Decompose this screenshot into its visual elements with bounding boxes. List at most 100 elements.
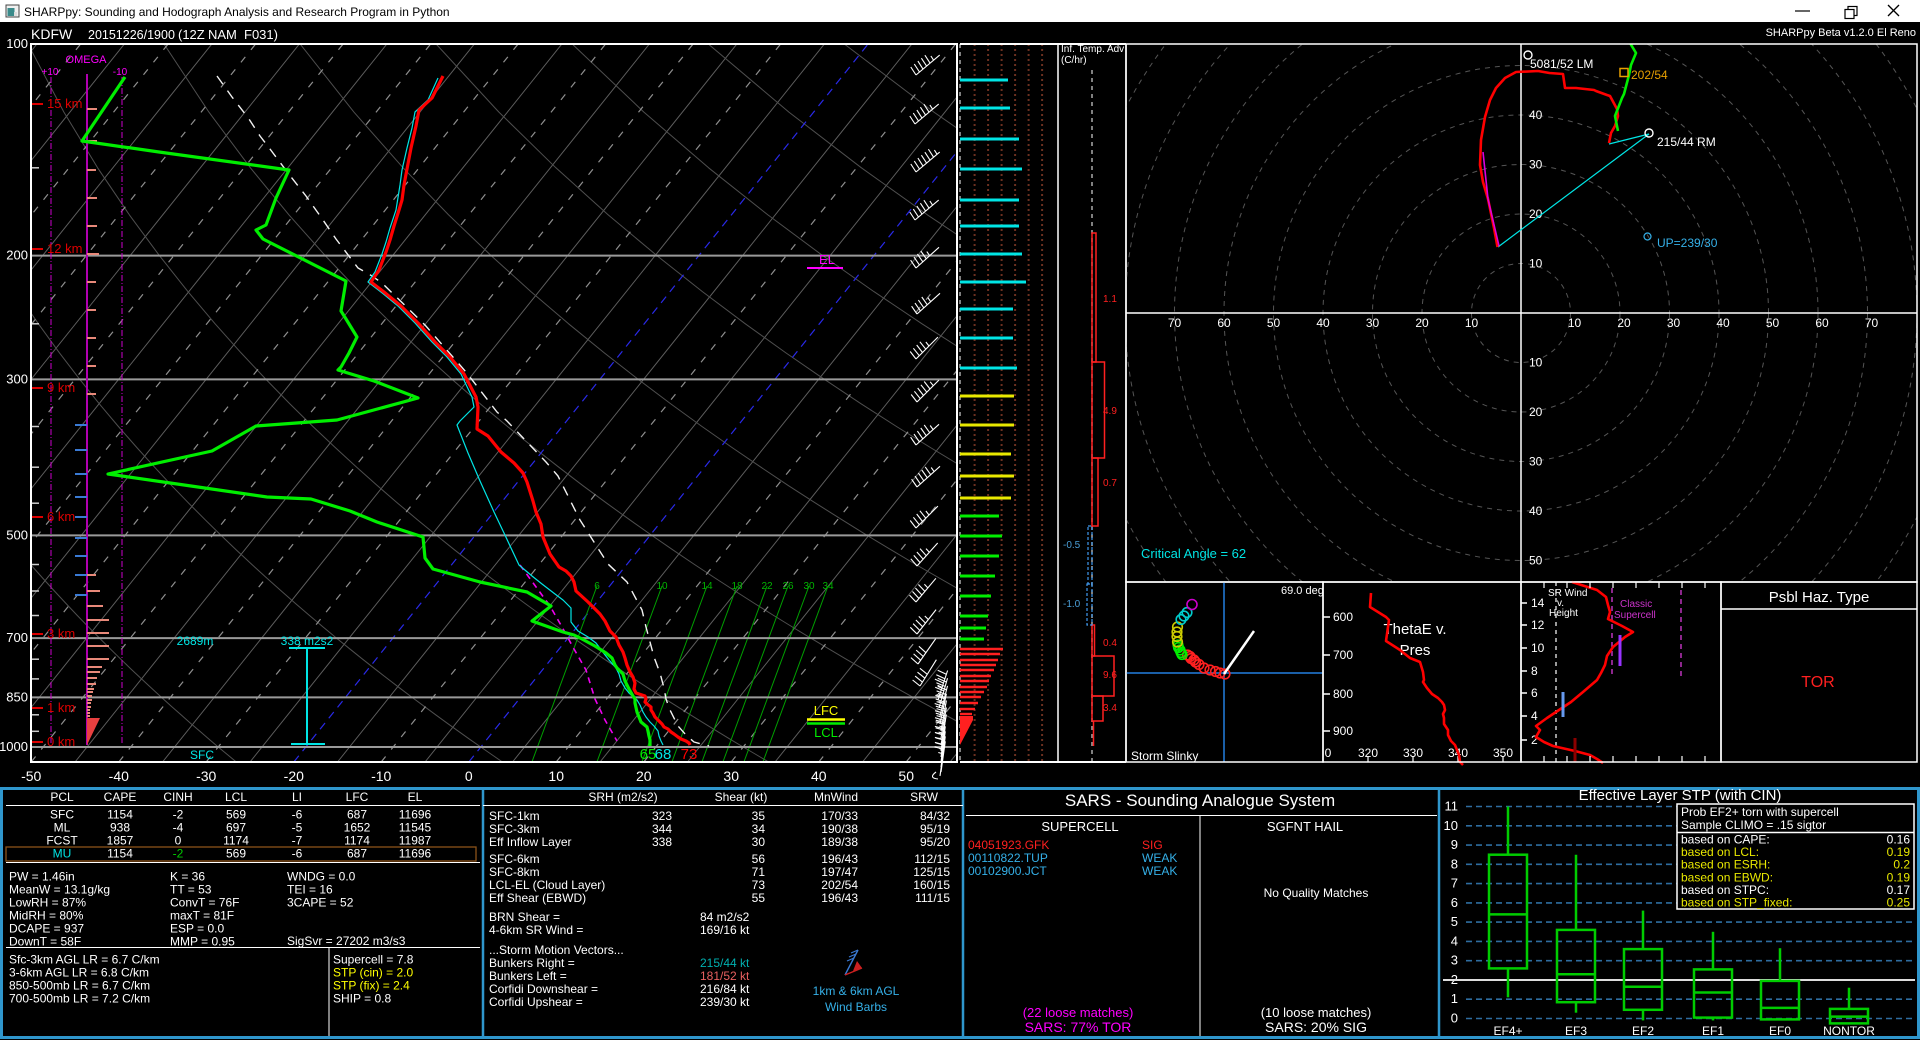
- svg-text:687: 687: [347, 808, 367, 822]
- svg-text:6: 6: [594, 581, 600, 592]
- svg-text:30: 30: [1667, 316, 1681, 330]
- svg-text:4: 4: [1451, 933, 1458, 948]
- svg-text:WNDG = 0.0: WNDG = 0.0: [287, 870, 356, 884]
- svg-text:SHARPpy: Sounding and Hodograp: SHARPpy: Sounding and Hodograph Analysis…: [24, 5, 450, 19]
- svg-text:...Storm Motion Vectors...: ...Storm Motion Vectors...: [489, 943, 624, 957]
- svg-text:9 km: 9 km: [47, 380, 75, 395]
- svg-text:ThetaE v.: ThetaE v.: [1383, 621, 1446, 638]
- svg-text:100: 100: [6, 36, 28, 51]
- svg-text:112/15: 112/15: [914, 852, 950, 866]
- svg-text:CINH: CINH: [163, 790, 192, 804]
- svg-text:UP=239/30: UP=239/30: [1657, 236, 1718, 250]
- svg-text:SRH (m2/s2): SRH (m2/s2): [588, 790, 657, 804]
- svg-text:300: 300: [6, 371, 28, 386]
- svg-text:10: 10: [1529, 356, 1543, 370]
- svg-text:-30: -30: [196, 768, 216, 784]
- svg-text:ESP = 0.0: ESP = 0.0: [170, 922, 224, 936]
- svg-text:1 km: 1 km: [47, 700, 75, 715]
- svg-text:EF0: EF0: [1769, 1024, 1791, 1038]
- svg-text:00102900.JCT: 00102900.JCT: [968, 864, 1047, 878]
- svg-text:6: 6: [1451, 895, 1458, 910]
- svg-text:SR Wind: SR Wind: [1548, 588, 1587, 599]
- svg-text:LCL-EL (Cloud Layer): LCL-EL (Cloud Layer): [489, 878, 605, 892]
- svg-text:0.4: 0.4: [1103, 638, 1117, 649]
- svg-text:ConvT = 76F: ConvT = 76F: [170, 896, 239, 910]
- svg-text:12: 12: [1531, 618, 1545, 632]
- svg-text:11: 11: [1445, 799, 1459, 814]
- svg-text:34: 34: [752, 822, 766, 836]
- svg-text:3.4: 3.4: [1103, 703, 1117, 714]
- svg-text:60: 60: [1815, 316, 1829, 330]
- svg-text:Sfc-3km AGL LR = 6.7 C/km: Sfc-3km AGL LR = 6.7 C/km: [9, 953, 160, 967]
- svg-text:SFC-1km: SFC-1km: [489, 809, 540, 823]
- svg-text:Supercell: Supercell: [1614, 610, 1656, 621]
- svg-text:10: 10: [1529, 257, 1543, 271]
- svg-text:K = 36: K = 36: [170, 870, 205, 884]
- svg-text:11987: 11987: [399, 834, 432, 848]
- svg-text:850-500mb LR = 6.7 C/km: 850-500mb LR = 6.7 C/km: [9, 979, 150, 993]
- svg-text:14: 14: [701, 581, 713, 592]
- svg-text:Eff Shear (EBWD): Eff Shear (EBWD): [489, 891, 586, 905]
- svg-text:MnWind: MnWind: [814, 790, 858, 804]
- svg-text:40: 40: [811, 768, 827, 784]
- svg-text:LCL: LCL: [225, 790, 247, 804]
- svg-text:8: 8: [1451, 856, 1458, 871]
- svg-text:4.9: 4.9: [1103, 406, 1117, 417]
- svg-text:LFC: LFC: [814, 703, 839, 718]
- svg-text:600: 600: [1333, 610, 1353, 624]
- svg-text:NAM: NAM: [208, 27, 237, 42]
- svg-text:1174: 1174: [344, 834, 370, 848]
- svg-text:CAPE: CAPE: [104, 790, 137, 804]
- svg-text:15 km: 15 km: [47, 96, 82, 111]
- svg-text:11696: 11696: [399, 847, 432, 861]
- svg-text:1154: 1154: [107, 808, 133, 822]
- svg-text:SigSvr = 27202 m3/s3: SigSvr = 27202 m3/s3: [287, 934, 406, 948]
- svg-text:EL: EL: [819, 252, 835, 267]
- svg-text:-2: -2: [173, 808, 184, 822]
- svg-text:3: 3: [1451, 953, 1458, 968]
- svg-text:5: 5: [1451, 914, 1458, 929]
- svg-text:1km & 6km AGL: 1km & 6km AGL: [813, 984, 900, 998]
- svg-text:Storm Slinky: Storm Slinky: [1131, 749, 1198, 763]
- svg-text:50: 50: [1267, 316, 1281, 330]
- svg-text:68: 68: [655, 746, 672, 763]
- svg-text:4: 4: [1531, 709, 1538, 723]
- svg-text:239/30 kt: 239/30 kt: [700, 995, 750, 1009]
- svg-text:170/33: 170/33: [821, 809, 858, 823]
- svg-text:LowRH = 87%: LowRH = 87%: [9, 896, 86, 910]
- svg-text:95/19: 95/19: [920, 822, 950, 836]
- svg-text:TOR: TOR: [1801, 674, 1834, 691]
- svg-text:111/15: 111/15: [915, 891, 950, 905]
- svg-text:197/47: 197/47: [821, 865, 858, 879]
- svg-text:20: 20: [1415, 316, 1429, 330]
- svg-text:190/38: 190/38: [821, 822, 858, 836]
- svg-text:202/54: 202/54: [821, 878, 858, 892]
- svg-text:TEI = 16: TEI = 16: [287, 883, 333, 897]
- svg-text:20: 20: [1617, 316, 1631, 330]
- svg-text:34: 34: [822, 581, 834, 592]
- svg-text:56: 56: [752, 852, 766, 866]
- svg-text:84 m2/s2: 84 m2/s2: [700, 910, 750, 924]
- svg-text:00110822.TUP: 00110822.TUP: [968, 851, 1048, 865]
- svg-text:73: 73: [681, 746, 698, 763]
- svg-text:20151226/1900: 20151226/1900: [88, 28, 175, 42]
- svg-text:69.0 deg: 69.0 deg: [1281, 585, 1324, 597]
- svg-text:Shear (kt): Shear (kt): [715, 790, 768, 804]
- svg-text:SFC-8km: SFC-8km: [489, 865, 540, 879]
- svg-text:55: 55: [752, 891, 766, 905]
- svg-text:WEAK: WEAK: [1142, 864, 1177, 878]
- svg-text:EF2: EF2: [1632, 1024, 1654, 1038]
- svg-text:-10: -10: [113, 67, 128, 78]
- svg-text:70: 70: [1865, 316, 1879, 330]
- svg-text:SARS: 20% SIG: SARS: 20% SIG: [1265, 1019, 1367, 1035]
- svg-text:30: 30: [752, 835, 766, 849]
- svg-text:73: 73: [752, 878, 766, 892]
- svg-text:3-6km AGL LR = 6.8 C/km: 3-6km AGL LR = 6.8 C/km: [9, 966, 149, 980]
- svg-text:569: 569: [226, 847, 246, 861]
- svg-text:EF4+: EF4+: [1493, 1024, 1522, 1038]
- svg-text:Classic: Classic: [1620, 599, 1652, 610]
- svg-text:(22 loose matches): (22 loose matches): [1023, 1005, 1134, 1020]
- svg-text:3CAPE = 52: 3CAPE = 52: [287, 896, 354, 910]
- svg-text:SGFNT HAIL: SGFNT HAIL: [1267, 819, 1343, 834]
- svg-text:196/43: 196/43: [821, 852, 858, 866]
